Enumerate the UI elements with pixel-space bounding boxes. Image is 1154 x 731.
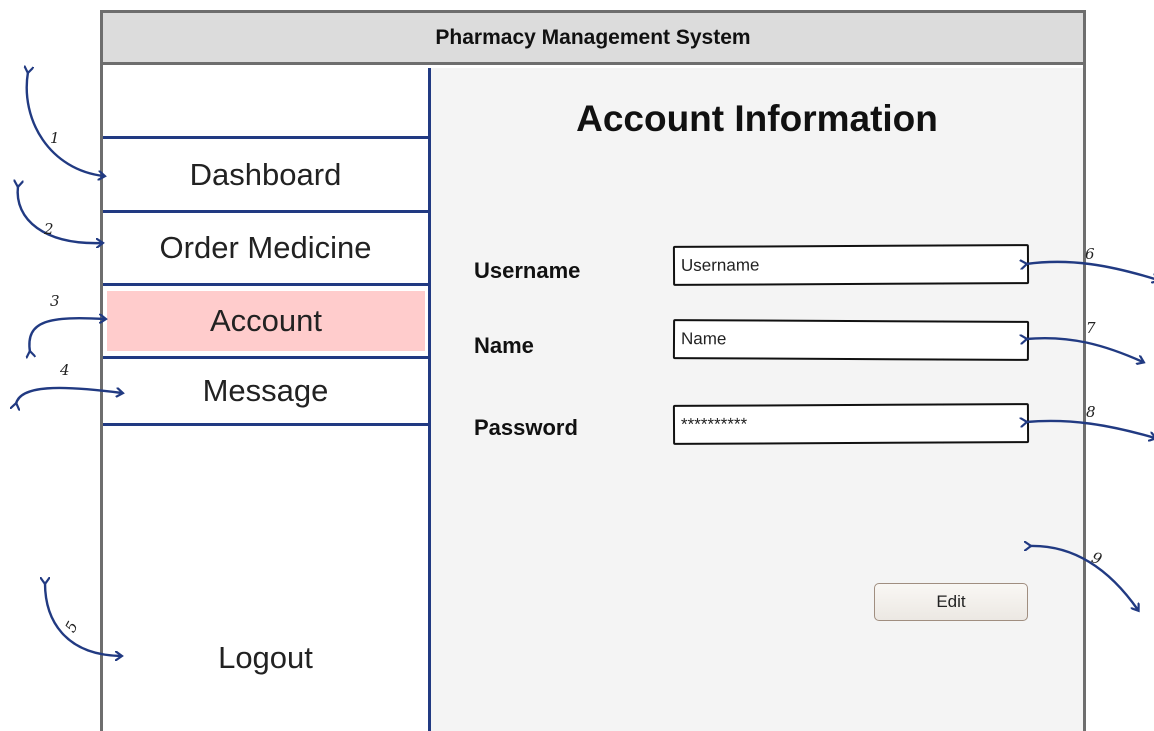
main-content: Account Information Username Username Na… (431, 68, 1083, 731)
annotation-arrow (29, 318, 105, 352)
username-label: Username (474, 258, 581, 283)
annotation-number: 4 (59, 361, 70, 379)
sidebar-divider (103, 283, 428, 286)
annotation-number: 1 (50, 129, 60, 147)
annotation-number: 3 (50, 292, 60, 310)
app-title: Pharmacy Management System (103, 13, 1083, 65)
logout-button[interactable]: Logout (103, 628, 428, 688)
page-title: Account Information (576, 98, 938, 139)
annotation-number: 7 (1086, 319, 1096, 337)
sidebar-item-label: Account (209, 303, 322, 338)
edit-button[interactable]: Edit (874, 583, 1028, 621)
sidebar-item-label: Order Medicine (159, 230, 372, 265)
annotation-number: 5 (61, 618, 81, 635)
annotation-arrow (27, 72, 104, 176)
sidebar-item-account[interactable]: Account (107, 291, 425, 351)
username-field[interactable]: Username (672, 244, 1030, 286)
sidebar-item-label: Message (202, 373, 329, 408)
name-field[interactable]: Name (672, 319, 1030, 361)
annotation-number: 6 (1085, 245, 1095, 263)
annotation-number: 9 (1089, 548, 1105, 568)
logout-label: Logout (218, 640, 313, 675)
annotation-number: 2 (43, 220, 54, 238)
app-window: Pharmacy Management System Dashboard Ord… (100, 10, 1086, 731)
sidebar-item-message[interactable]: Message (103, 359, 428, 423)
sidebar-item-dashboard[interactable]: Dashboard (103, 139, 428, 210)
name-label: Name (474, 333, 534, 358)
annotation-arrow (18, 186, 102, 243)
annotation-number: 8 (1086, 403, 1096, 421)
sidebar: Dashboard Order Medicine Account Message… (103, 68, 431, 731)
sidebar-item-order-medicine[interactable]: Order Medicine (103, 213, 428, 283)
password-field[interactable]: ********** (672, 403, 1030, 445)
sidebar-divider (103, 423, 428, 426)
sidebar-item-label: Dashboard (189, 156, 342, 192)
password-label: Password (474, 415, 578, 440)
